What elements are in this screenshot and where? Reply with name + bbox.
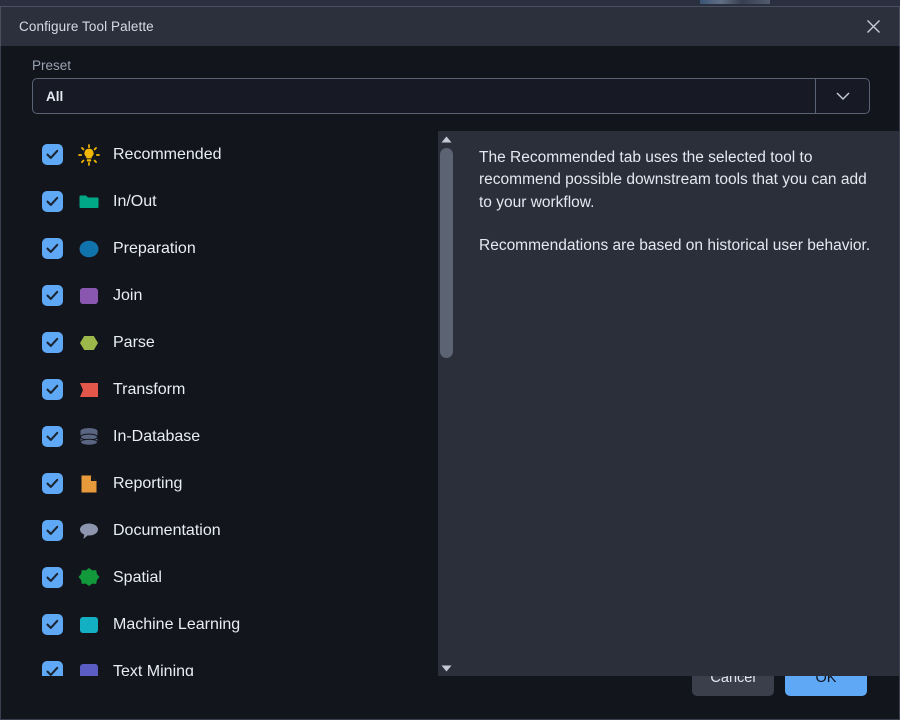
lightbulb-icon	[77, 143, 101, 167]
description-panel: The Recommended tab uses the selected to…	[455, 131, 899, 676]
description-paragraph-1: The Recommended tab uses the selected to…	[479, 147, 873, 214]
category-row[interactable]: Transform	[1, 366, 438, 413]
close-icon	[866, 19, 881, 34]
dialog-body: Preset All Recommended In/Out Preparation J…	[0, 46, 900, 636]
category-row[interactable]: Preparation	[1, 225, 438, 272]
category-checkbox[interactable]	[42, 567, 63, 588]
category-list[interactable]: Recommended In/Out Preparation Join Parse Tra…	[1, 131, 438, 676]
category-label: Documentation	[113, 522, 221, 540]
category-row[interactable]: Join	[1, 272, 438, 319]
category-label: Text Mining	[113, 663, 194, 677]
category-label: In-Database	[113, 428, 200, 446]
category-row[interactable]: Text Mining	[1, 648, 438, 676]
category-checkbox[interactable]	[42, 473, 63, 494]
hexagon-icon	[77, 331, 101, 355]
configure-tool-palette-dialog: Configure Tool Palette Preset All	[0, 6, 900, 720]
background-window-toolbar	[700, 0, 770, 4]
preset-selected-value: All	[46, 89, 63, 104]
triangle-down-icon[interactable]	[438, 660, 455, 676]
rounded-square-icon	[77, 284, 101, 308]
speech-bubble-icon	[77, 519, 101, 543]
category-checkbox[interactable]	[42, 379, 63, 400]
folder-icon	[77, 190, 101, 214]
description-paragraph-2: Recommendations are based on historical …	[479, 235, 873, 257]
scrollbar-thumb[interactable]	[440, 148, 453, 358]
category-row[interactable]: Parse	[1, 319, 438, 366]
chevron-down-icon[interactable]	[815, 79, 869, 113]
category-checkbox[interactable]	[42, 191, 63, 212]
category-checkbox[interactable]	[42, 661, 63, 676]
category-checkbox[interactable]	[42, 144, 63, 165]
category-label: Spatial	[113, 569, 162, 587]
rounded-square-icon	[77, 613, 101, 637]
category-row[interactable]: In-Database	[1, 413, 438, 460]
category-checkbox[interactable]	[42, 238, 63, 259]
category-label: Reporting	[113, 475, 182, 493]
category-row[interactable]: Machine Learning	[1, 601, 438, 648]
rounded-square-icon	[77, 660, 101, 677]
dialog-titlebar: Configure Tool Palette	[0, 6, 900, 46]
category-label: Transform	[113, 381, 185, 399]
category-row[interactable]: Reporting	[1, 460, 438, 507]
category-checkbox[interactable]	[42, 332, 63, 353]
category-label: Preparation	[113, 240, 196, 258]
dialog-title: Configure Tool Palette	[19, 19, 154, 34]
category-label: Join	[113, 287, 142, 305]
category-row[interactable]: Recommended	[1, 131, 438, 178]
category-checkbox[interactable]	[42, 426, 63, 447]
list-scrollbar[interactable]	[438, 131, 455, 676]
category-checkbox[interactable]	[42, 614, 63, 635]
content-area: Recommended In/Out Preparation Join Parse Tra…	[1, 131, 899, 676]
triangle-up-icon[interactable]	[438, 131, 455, 147]
category-row[interactable]: Documentation	[1, 507, 438, 554]
category-label: Recommended	[113, 146, 222, 164]
category-row[interactable]: Spatial	[1, 554, 438, 601]
close-button[interactable]	[847, 7, 899, 46]
circle-icon	[77, 237, 101, 261]
category-checkbox[interactable]	[42, 520, 63, 541]
flag-icon	[77, 378, 101, 402]
preset-label: Preset	[32, 58, 71, 73]
category-row[interactable]: In/Out	[1, 178, 438, 225]
database-icon	[77, 425, 101, 449]
screen: Configure Tool Palette Preset All	[0, 0, 900, 720]
starburst-icon	[77, 566, 101, 590]
preset-dropdown[interactable]: All	[32, 78, 870, 114]
document-icon	[77, 472, 101, 496]
category-label: Machine Learning	[113, 616, 240, 634]
category-checkbox[interactable]	[42, 285, 63, 306]
category-label: In/Out	[113, 193, 157, 211]
category-label: Parse	[113, 334, 155, 352]
